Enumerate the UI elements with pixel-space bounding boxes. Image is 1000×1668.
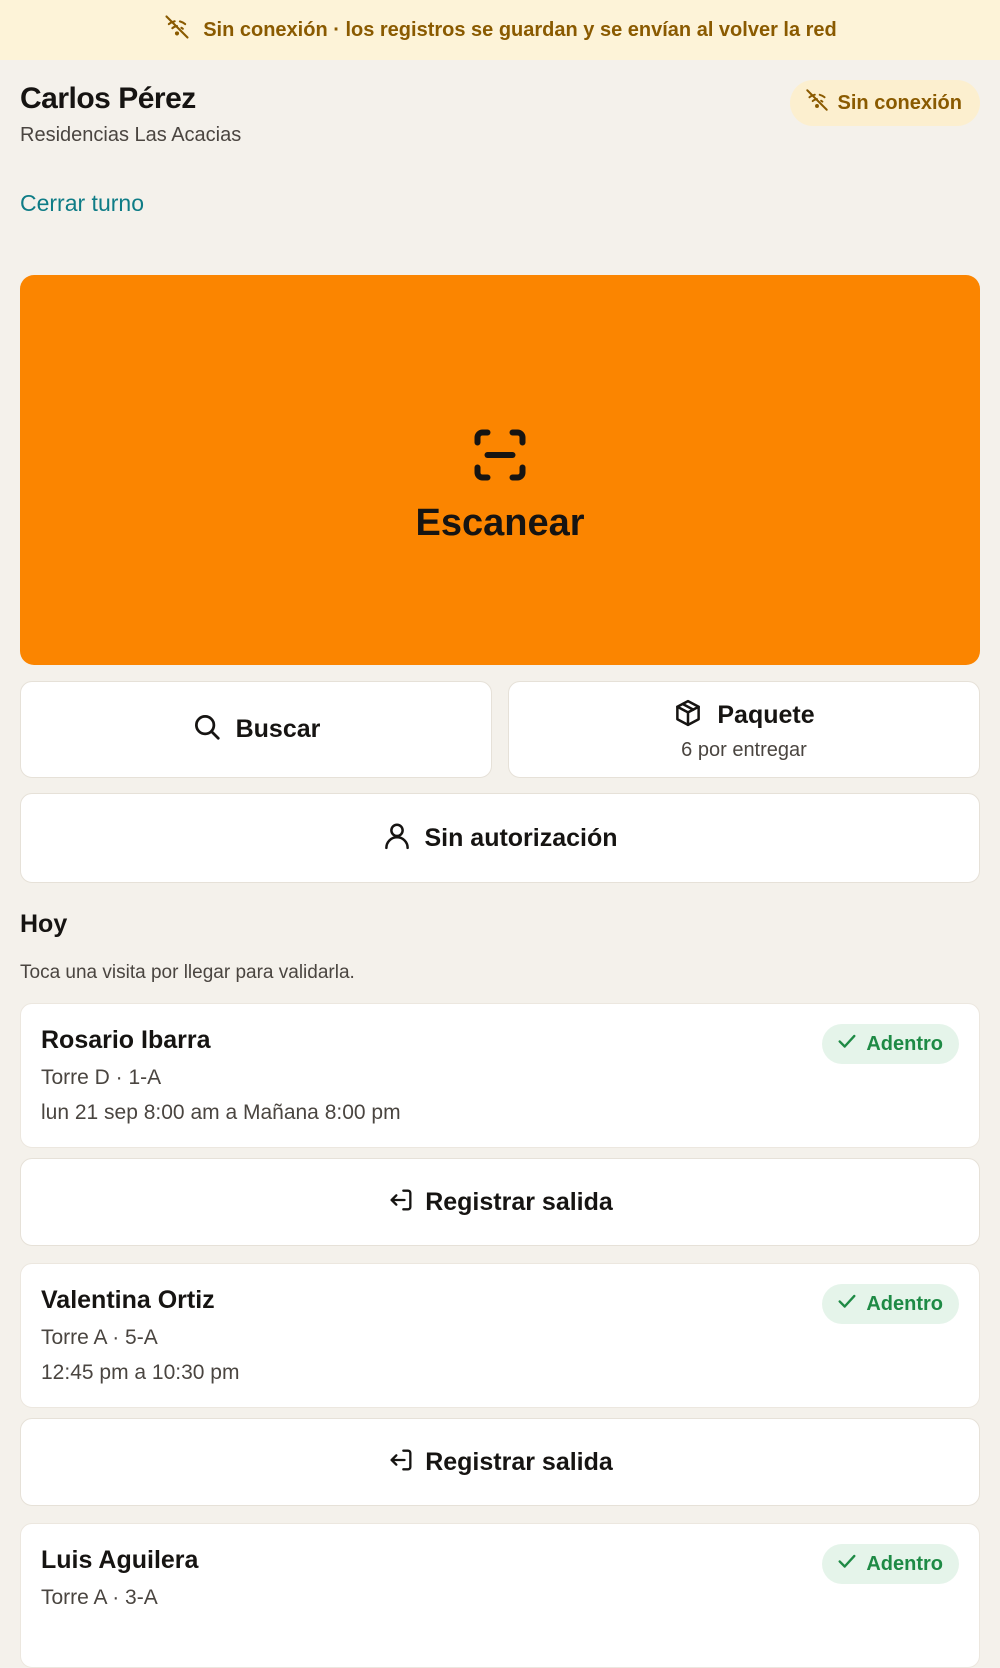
register-exit-label: Registrar salida <box>425 1187 613 1216</box>
visitor-name: Valentina Ortiz <box>41 1286 215 1314</box>
search-icon <box>192 712 222 747</box>
visit-card[interactable]: Rosario Ibarra Torre D · 1-A lun 21 sep … <box>20 1003 980 1148</box>
status-badge: Adentro <box>822 1024 959 1064</box>
visitor-name: Luis Aguilera <box>41 1546 199 1574</box>
register-exit-button[interactable]: Registrar salida <box>20 1158 980 1246</box>
visit-time: lun 21 sep 8:00 am a Mañana 8:00 pm <box>41 1101 401 1124</box>
scan-button[interactable]: Escanear <box>20 275 980 665</box>
visitor-unit: Torre D · 1-A <box>41 1066 162 1089</box>
check-icon <box>836 1550 858 1578</box>
wifi-off-icon <box>804 87 830 119</box>
package-label: Paquete <box>717 700 815 729</box>
register-exit-button[interactable]: Registrar salida <box>20 1418 980 1506</box>
status-label: Adentro <box>866 1292 943 1315</box>
close-shift-link[interactable]: Cerrar turno <box>20 190 144 217</box>
person-icon <box>382 821 412 856</box>
visitor-unit: Torre A · 3-A <box>41 1586 158 1609</box>
visit-card[interactable]: Valentina Ortiz Torre A · 5-A 12:45 pm a… <box>20 1263 980 1408</box>
wifi-off-icon <box>163 13 191 47</box>
offline-banner: Sin conexión · los registros se guardan … <box>0 0 1000 60</box>
offline-status-pill: Sin conexión <box>789 80 980 126</box>
register-exit-label: Registrar salida <box>425 1447 613 1476</box>
visit-time: 12:45 pm a 10:30 pm <box>41 1361 240 1384</box>
scan-label: Escanear <box>415 502 585 544</box>
offline-status-label: Sin conexión <box>837 91 962 114</box>
package-button[interactable]: Paquete 6 por entregar <box>508 681 980 778</box>
visitor-name: Rosario Ibarra <box>41 1026 211 1054</box>
scan-icon <box>470 395 530 490</box>
check-icon <box>836 1030 858 1058</box>
status-badge: Adentro <box>822 1284 959 1324</box>
check-icon <box>836 1290 858 1318</box>
visit-card[interactable]: Luis Aguilera Torre A · 3-A Adentro <box>20 1523 980 1668</box>
exit-icon <box>387 1446 415 1479</box>
package-icon <box>673 698 703 733</box>
no-authorization-button[interactable]: Sin autorización <box>20 793 980 883</box>
guard-name: Carlos Pérez <box>20 82 196 115</box>
package-pending-count: 6 por entregar <box>681 738 807 761</box>
status-badge: Adentro <box>822 1544 959 1584</box>
offline-banner-text: Sin conexión · los registros se guardan … <box>203 18 837 41</box>
visitor-unit: Torre A · 5-A <box>41 1326 158 1349</box>
no-authorization-label: Sin autorización <box>424 823 618 852</box>
status-label: Adentro <box>866 1032 943 1055</box>
search-label: Buscar <box>235 715 321 743</box>
today-hint: Toca una visita por llegar para validarl… <box>20 962 355 983</box>
exit-icon <box>387 1186 415 1219</box>
site-name: Residencias Las Acacias <box>20 124 242 146</box>
status-label: Adentro <box>866 1552 943 1575</box>
today-heading: Hoy <box>20 910 68 938</box>
search-button[interactable]: Buscar <box>20 681 492 778</box>
